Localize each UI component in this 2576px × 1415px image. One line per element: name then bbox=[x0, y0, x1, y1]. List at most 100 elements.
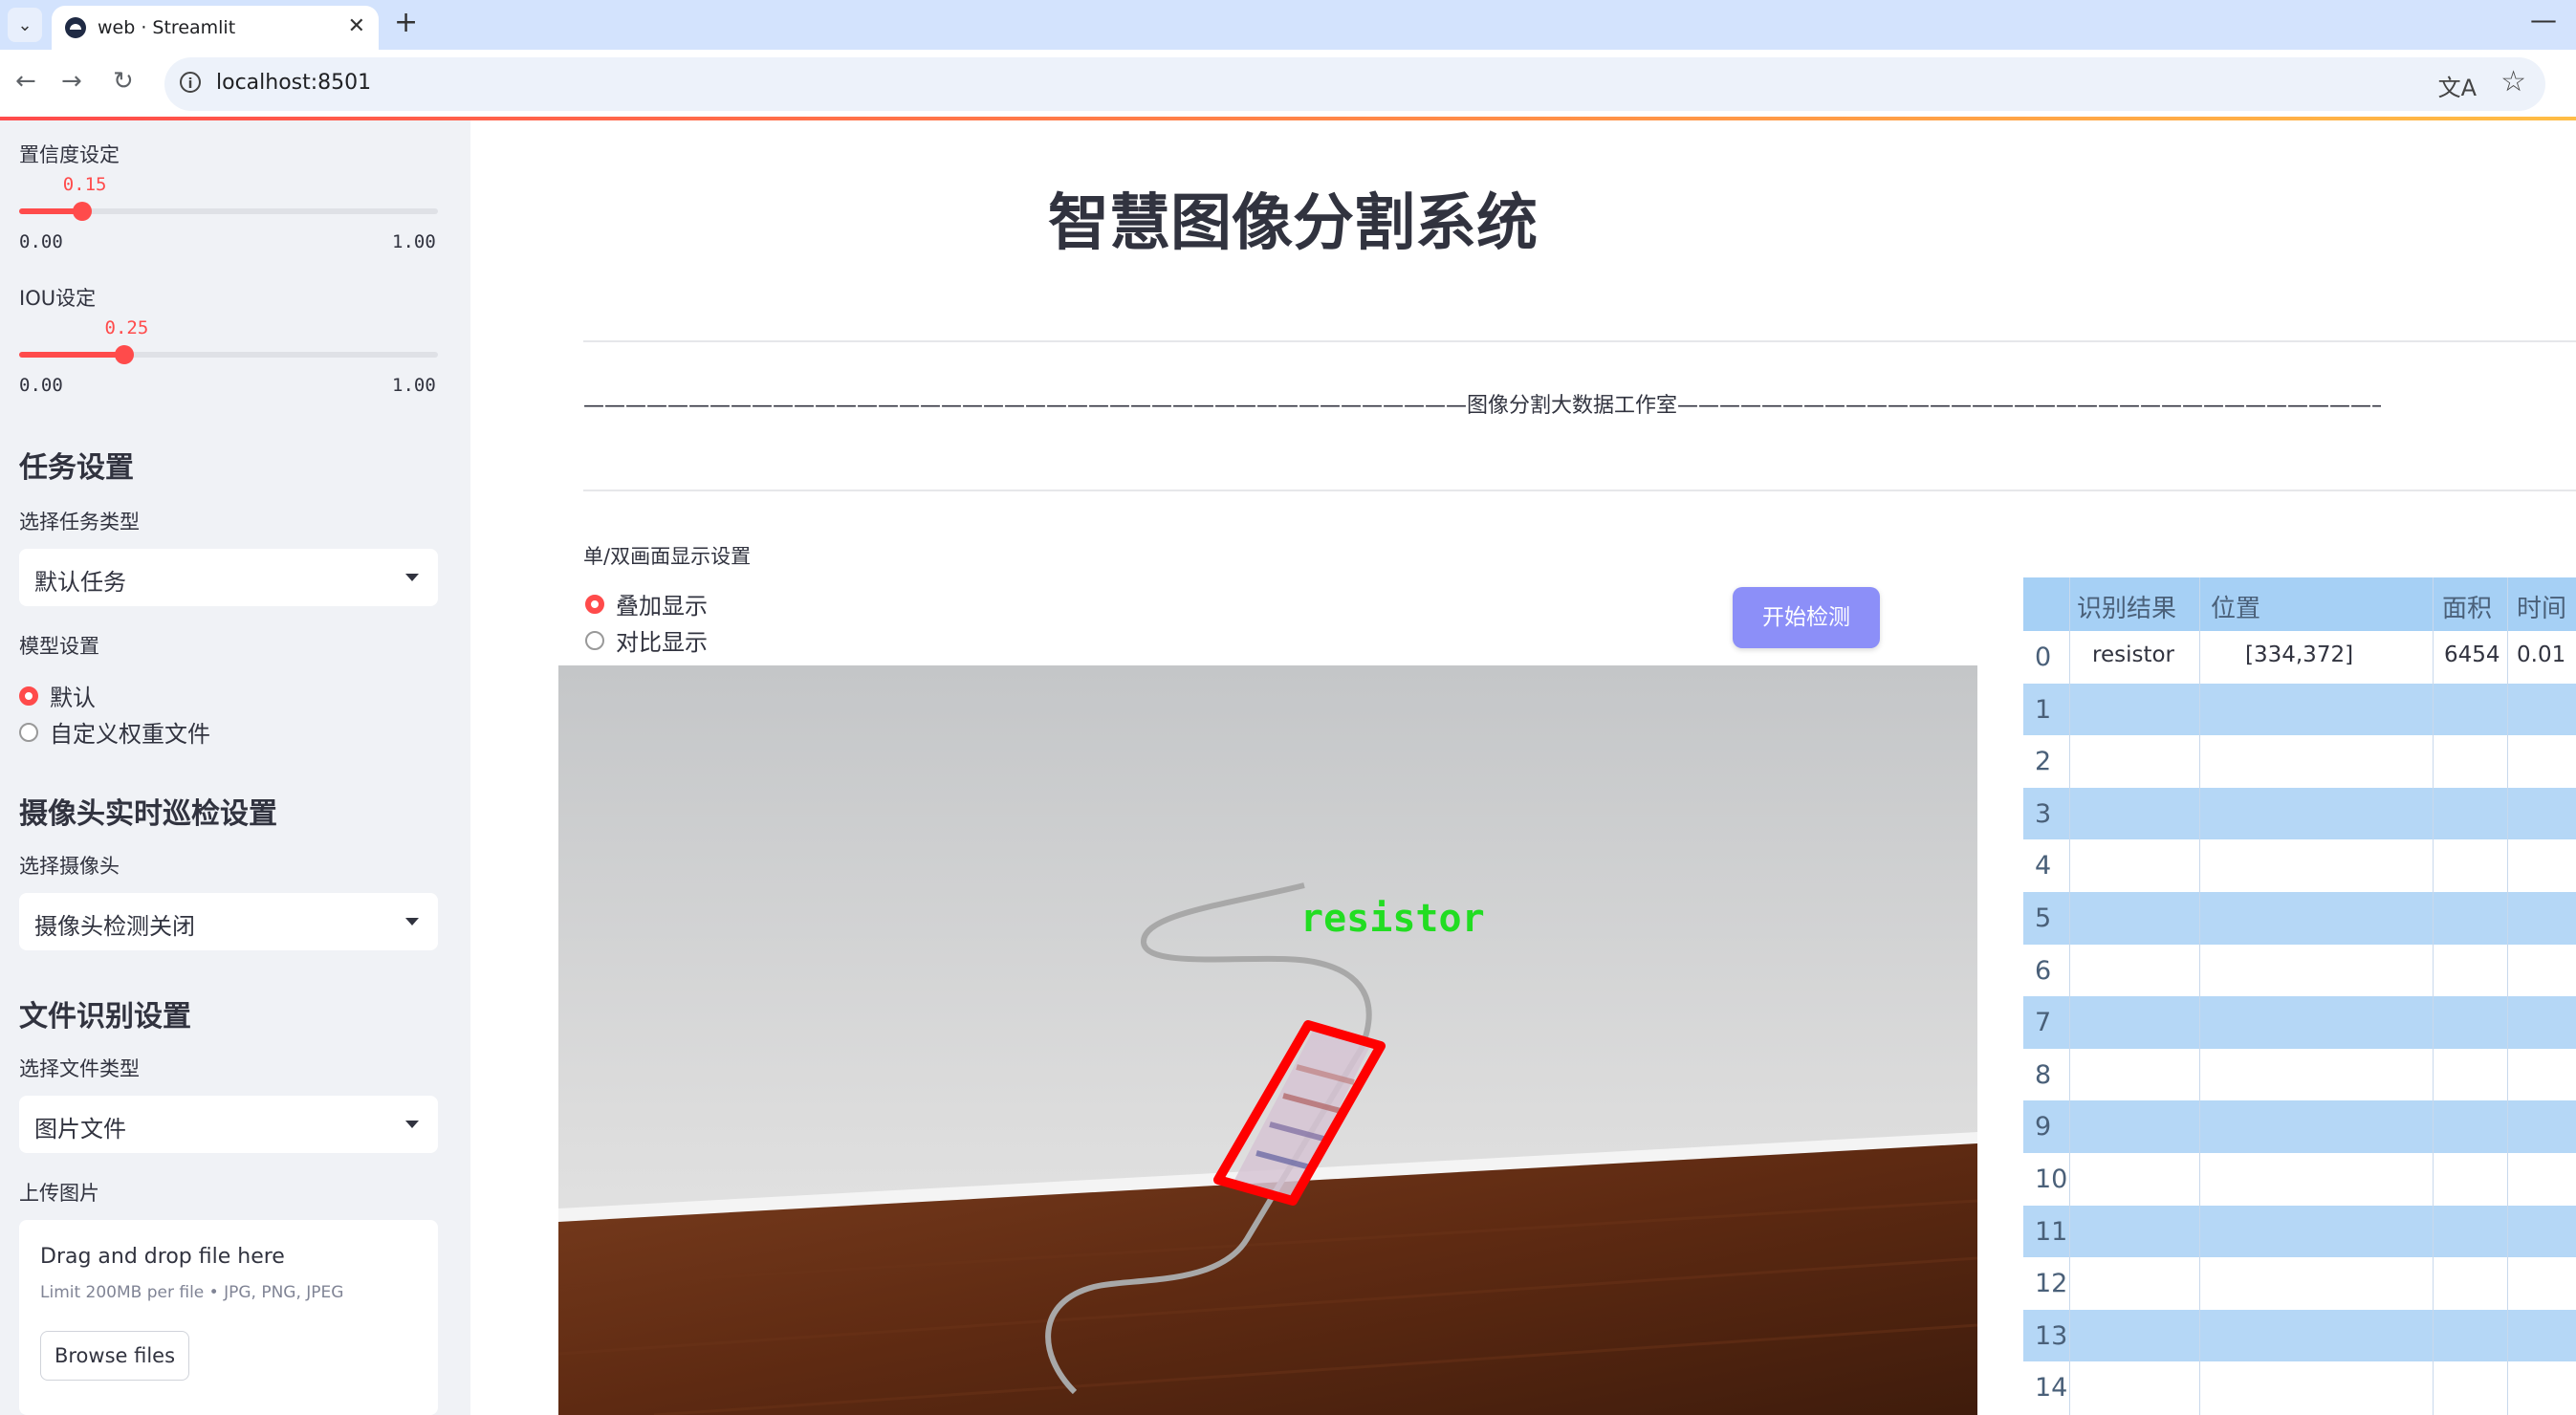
radio-selected-icon[interactable] bbox=[19, 686, 38, 706]
display-radio-compare[interactable]: 对比显示 bbox=[585, 623, 708, 657]
table-row[interactable]: 9 bbox=[2023, 1100, 2576, 1154]
table-row[interactable]: 10 bbox=[2023, 1153, 2576, 1206]
reload-icon[interactable]: ↻ bbox=[113, 67, 134, 96]
browser-chrome: ⌄ web · Streamlit ✕ + — ← → ↻ i localhos… bbox=[0, 0, 2576, 120]
file-type-value: 图片文件 bbox=[34, 1116, 126, 1143]
address-bar[interactable]: i localhost:8501 文A ☆ bbox=[164, 57, 2545, 111]
arrow-left-icon[interactable]: ← bbox=[15, 67, 36, 96]
page-title: 智慧图像分割系统 bbox=[1048, 188, 1538, 259]
cell-area: 6454 bbox=[2444, 642, 2500, 667]
translate-icon[interactable]: 文A bbox=[2438, 69, 2477, 102]
detection-image-canvas: resistor bbox=[558, 665, 1977, 1415]
table-row[interactable]: 3 bbox=[2023, 787, 2576, 840]
info-icon[interactable]: i bbox=[180, 72, 201, 93]
file-uploader-dropzone[interactable]: Drag and drop file here Limit 200MB per … bbox=[19, 1220, 438, 1415]
col-header-result[interactable]: 识别结果 bbox=[2077, 589, 2176, 624]
col-header-time[interactable]: 时间 bbox=[2517, 589, 2566, 624]
uploader-title: Drag and drop file here bbox=[40, 1245, 285, 1269]
iou-label: IOU设定 bbox=[19, 287, 97, 310]
table-row[interactable]: 7 bbox=[2023, 996, 2576, 1050]
col-divider bbox=[2069, 577, 2070, 1415]
iou-slider-thumb[interactable] bbox=[114, 345, 134, 364]
file-type-select[interactable]: 图片文件 bbox=[19, 1096, 438, 1153]
camera-select[interactable]: 摄像头检测关闭 bbox=[19, 893, 438, 950]
display-radio-overlay[interactable]: 叠加显示 bbox=[585, 587, 708, 620]
row-index: 9 bbox=[2035, 1112, 2052, 1143]
table-row[interactable]: 0 resistor [334,372] 6454 0.01 bbox=[2023, 631, 2576, 684]
camera-select-value: 摄像头检测关闭 bbox=[34, 913, 195, 940]
uploader-limit: Limit 200MB per file • JPG, PNG, JPEG bbox=[40, 1283, 344, 1302]
model-option-default: 默认 bbox=[50, 685, 96, 711]
start-detection-button[interactable]: 开始检测 bbox=[1733, 587, 1880, 648]
col-header-area[interactable]: 面积 bbox=[2442, 589, 2492, 624]
chevron-down-icon bbox=[405, 574, 419, 581]
table-row[interactable]: 13 bbox=[2023, 1309, 2576, 1362]
model-radio-custom[interactable]: 自定义权重文件 bbox=[19, 715, 210, 749]
main-content: 智慧图像分割系统 ———————————————————————————————… bbox=[470, 120, 2576, 1415]
iou-slider-fill bbox=[19, 352, 124, 358]
url-text[interactable]: localhost:8501 bbox=[216, 71, 371, 95]
browser-toolbar: ← → ↻ i localhost:8501 文A ☆ bbox=[0, 50, 2576, 119]
radio-selected-icon[interactable] bbox=[585, 594, 604, 614]
file-type-label: 选择文件类型 bbox=[19, 1057, 140, 1080]
sidebar: 置信度设定 0.15 0.00 1.00 IOU设定 0.25 0.00 1.0… bbox=[0, 120, 470, 1415]
divider-top bbox=[583, 340, 2576, 342]
row-index: 11 bbox=[2035, 1216, 2068, 1247]
divider-bottom bbox=[583, 490, 2576, 491]
detection-label: resistor bbox=[1300, 897, 1485, 941]
results-table[interactable]: 0 resistor [334,372] 6454 0.01 1 2 3 4 5 6 7 8 9 10 11 1… bbox=[2023, 577, 2576, 1415]
confidence-slider[interactable] bbox=[19, 202, 438, 221]
cell-position: [334,372] bbox=[2245, 642, 2354, 667]
row-index: 0 bbox=[2035, 642, 2052, 672]
close-icon[interactable]: ✕ bbox=[348, 14, 365, 38]
table-row[interactable]: 5 bbox=[2023, 892, 2576, 945]
row-index: 4 bbox=[2035, 851, 2052, 882]
model-radio-default[interactable]: 默认 bbox=[19, 679, 96, 712]
col-divider bbox=[2433, 577, 2434, 1415]
tab-web-streamlit[interactable]: web · Streamlit ✕ bbox=[52, 6, 379, 50]
confidence-slider-thumb[interactable] bbox=[72, 202, 92, 221]
task-type-select[interactable]: 默认任务 bbox=[19, 549, 438, 606]
col-divider bbox=[2507, 577, 2508, 1415]
table-row[interactable]: 4 bbox=[2023, 839, 2576, 893]
upload-label: 上传图片 bbox=[19, 1182, 99, 1205]
cell-result: resistor bbox=[2092, 642, 2175, 667]
iou-slider[interactable] bbox=[19, 345, 438, 364]
row-index: 8 bbox=[2035, 1059, 2052, 1090]
cell-time: 0.01 bbox=[2517, 642, 2566, 667]
browse-files-button[interactable]: Browse files bbox=[40, 1331, 189, 1381]
row-index: 3 bbox=[2035, 798, 2052, 829]
table-row[interactable]: 6 bbox=[2023, 944, 2576, 997]
row-index: 2 bbox=[2035, 747, 2052, 777]
table-row[interactable]: 8 bbox=[2023, 1048, 2576, 1101]
camera-settings-header: 摄像头实时巡检设置 bbox=[19, 797, 277, 831]
table-row[interactable]: 12 bbox=[2023, 1257, 2576, 1311]
camera-select-label: 选择摄像头 bbox=[19, 855, 120, 878]
col-header-position[interactable]: 位置 bbox=[2211, 589, 2260, 624]
row-index: 14 bbox=[2035, 1373, 2068, 1404]
table-row[interactable]: 11 bbox=[2023, 1205, 2576, 1258]
row-index: 5 bbox=[2035, 903, 2052, 933]
tab-bar: ⌄ web · Streamlit ✕ + — bbox=[0, 0, 2576, 50]
table-row[interactable]: 1 bbox=[2023, 683, 2576, 736]
file-settings-header: 文件识别设置 bbox=[19, 1000, 191, 1034]
task-type-value: 默认任务 bbox=[34, 569, 126, 596]
chevron-down-icon[interactable]: ⌄ bbox=[8, 8, 42, 42]
table-row[interactable]: 14 bbox=[2023, 1361, 2576, 1415]
radio-unselected-icon[interactable] bbox=[19, 722, 38, 742]
arrow-right-icon[interactable]: → bbox=[61, 67, 82, 96]
detection-image: resistor bbox=[558, 665, 1977, 1415]
row-index: 1 bbox=[2035, 694, 2052, 725]
minimize-icon[interactable]: — bbox=[2530, 4, 2557, 35]
model-option-custom: 自定义权重文件 bbox=[50, 721, 210, 748]
iou-value: 0.25 bbox=[104, 317, 149, 338]
results-table-header: 识别结果 位置 面积 时间 bbox=[2023, 577, 2576, 631]
display-option-compare: 对比显示 bbox=[616, 629, 708, 656]
iou-max: 1.00 bbox=[392, 375, 436, 396]
new-tab-icon[interactable]: + bbox=[394, 6, 418, 39]
radio-unselected-icon[interactable] bbox=[585, 630, 604, 650]
confidence-max: 1.00 bbox=[392, 231, 436, 252]
star-icon[interactable]: ☆ bbox=[2500, 65, 2526, 98]
chevron-down-icon bbox=[405, 1121, 419, 1128]
table-row[interactable]: 2 bbox=[2023, 735, 2576, 789]
